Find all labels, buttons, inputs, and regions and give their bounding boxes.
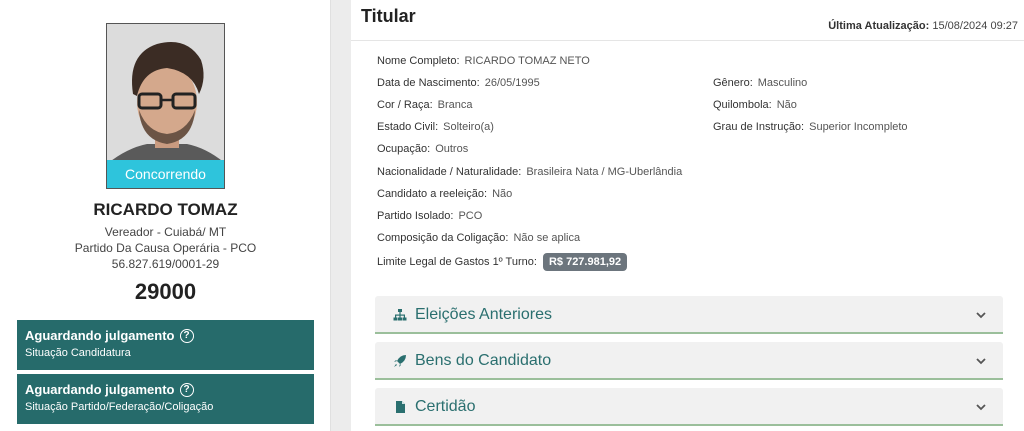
candidate-number: 29000 [134, 279, 197, 304]
accordion-certidao-title: Certidão [415, 398, 476, 415]
last-update-value: 15/08/2024 09:27 [932, 20, 1018, 32]
field-reeleicao: Candidato a reeleição: Não [377, 188, 513, 200]
field-ocupacao: Ocupação: Outros [377, 143, 469, 155]
candidate-name: RICARDO TOMAZ [93, 200, 238, 219]
field-limite-gastos: Limite Legal de Gastos 1º Turno: R$ 727.9… [377, 253, 628, 271]
chevron-down-icon[interactable] [975, 309, 987, 321]
accordion-eleicoes-anteriores[interactable]: Eleições Anteriores [375, 296, 1003, 334]
accordion-eleicoes-anteriores-title: Eleições Anteriores [415, 306, 552, 323]
candidate-page: Concorrendo RICARDO TOMAZ Vereador - Cui… [0, 0, 1024, 431]
field-partido-isolado: Partido Isolado: PCO [377, 210, 483, 222]
accordion-certidao[interactable]: Certidão [375, 388, 1003, 426]
party-status-title: Aguardando julgamento [25, 382, 175, 397]
candidate-office: Vereador - Cuiabá/ MT [104, 225, 227, 239]
field-composicao-coligacao: Composição da Coligação: Não se aplica [377, 232, 581, 244]
titular-heading: Titular [361, 6, 416, 26]
accordion-bens-candidato-title: Bens do Candidato [415, 352, 552, 369]
field-nacionalidade: Nacionalidade / Naturalidade: Brasileira … [377, 166, 683, 178]
chevron-down-icon[interactable] [975, 401, 987, 413]
field-quilombola: Quilombola: Não [713, 99, 797, 111]
titular-panel: Titular Última Atualização: 15/08/2024 0… [351, 0, 1024, 431]
field-genero: Gênero: Masculino [713, 77, 808, 89]
field-nome-completo: Nome Completo: RICARDO TOMAZ NETO [377, 55, 590, 67]
last-update: Última Atualização: 15/08/2024 09:27 [828, 20, 1018, 32]
candidate-photo: Concorrendo [106, 23, 225, 189]
candidacy-status-title: Aguardando julgamento [25, 328, 175, 343]
field-cor-raca: Cor / Raça: Branca [377, 99, 473, 111]
sitemap-icon [393, 309, 407, 321]
candidate-party: Partido Da Causa Operária - PCO [74, 241, 257, 255]
question-circle-icon[interactable]: ? [179, 328, 194, 343]
accordion-bens-candidato[interactable]: Bens do Candidato [375, 342, 1003, 380]
party-status-subtitle: Situação Partido/Federação/Coligação [25, 401, 214, 413]
spending-limit-badge: R$ 727.981,92 [542, 253, 628, 271]
field-estado-civil: Estado Civil: Solteiro(a) [377, 121, 494, 133]
field-data-nascimento: Data de Nascimento: 26/05/1995 [377, 77, 540, 89]
rocket-icon [394, 355, 406, 367]
party-status-card: Aguardando julgamento ? Situação Partido… [17, 374, 314, 424]
candidacy-status-subtitle: Situação Candidatura [25, 347, 131, 359]
field-grau-instrucao: Grau de Instrução: Superior Incompleto [713, 121, 908, 133]
candidate-card: Concorrendo RICARDO TOMAZ Vereador - Cui… [0, 0, 331, 431]
titular-header: Titular Última Atualização: 15/08/2024 0… [351, 0, 1024, 41]
candidacy-status-card: Aguardando julgamento ? Situação Candida… [17, 320, 314, 370]
candidate-cnpj: 56.827.619/0001-29 [111, 257, 220, 271]
question-circle-icon[interactable]: ? [179, 382, 194, 397]
file-icon [396, 401, 405, 413]
last-update-label: Última Atualização: [828, 20, 930, 32]
chevron-down-icon[interactable] [975, 355, 987, 367]
panel-gutter [331, 0, 351, 431]
candidacy-status-badge: Concorrendo [107, 160, 224, 188]
